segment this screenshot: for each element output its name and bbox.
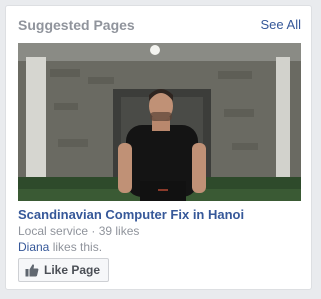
like-page-button[interactable]: Like Page [18,258,110,282]
thumbs-up-icon [25,263,39,277]
suggested-pages-card: Suggested Pages See All Scandinavian Com… [5,5,312,290]
see-all-link[interactable]: See All [261,17,301,32]
cover-photo-image [18,43,301,201]
friend-name-link[interactable]: Diana [18,240,49,254]
friend-likes-text: Diana likes this. [18,240,102,254]
like-page-label: Like Page [44,263,101,277]
page-category-likes: Local service · 39 likes [18,224,140,238]
page-name-link[interactable]: Scandinavian Computer Fix in Hanoi [18,207,244,222]
friend-likes-suffix: likes this. [49,240,103,254]
card-header: Suggested Pages See All [18,16,301,36]
page-cover-photo[interactable] [18,43,301,201]
card-title: Suggested Pages [18,17,135,33]
